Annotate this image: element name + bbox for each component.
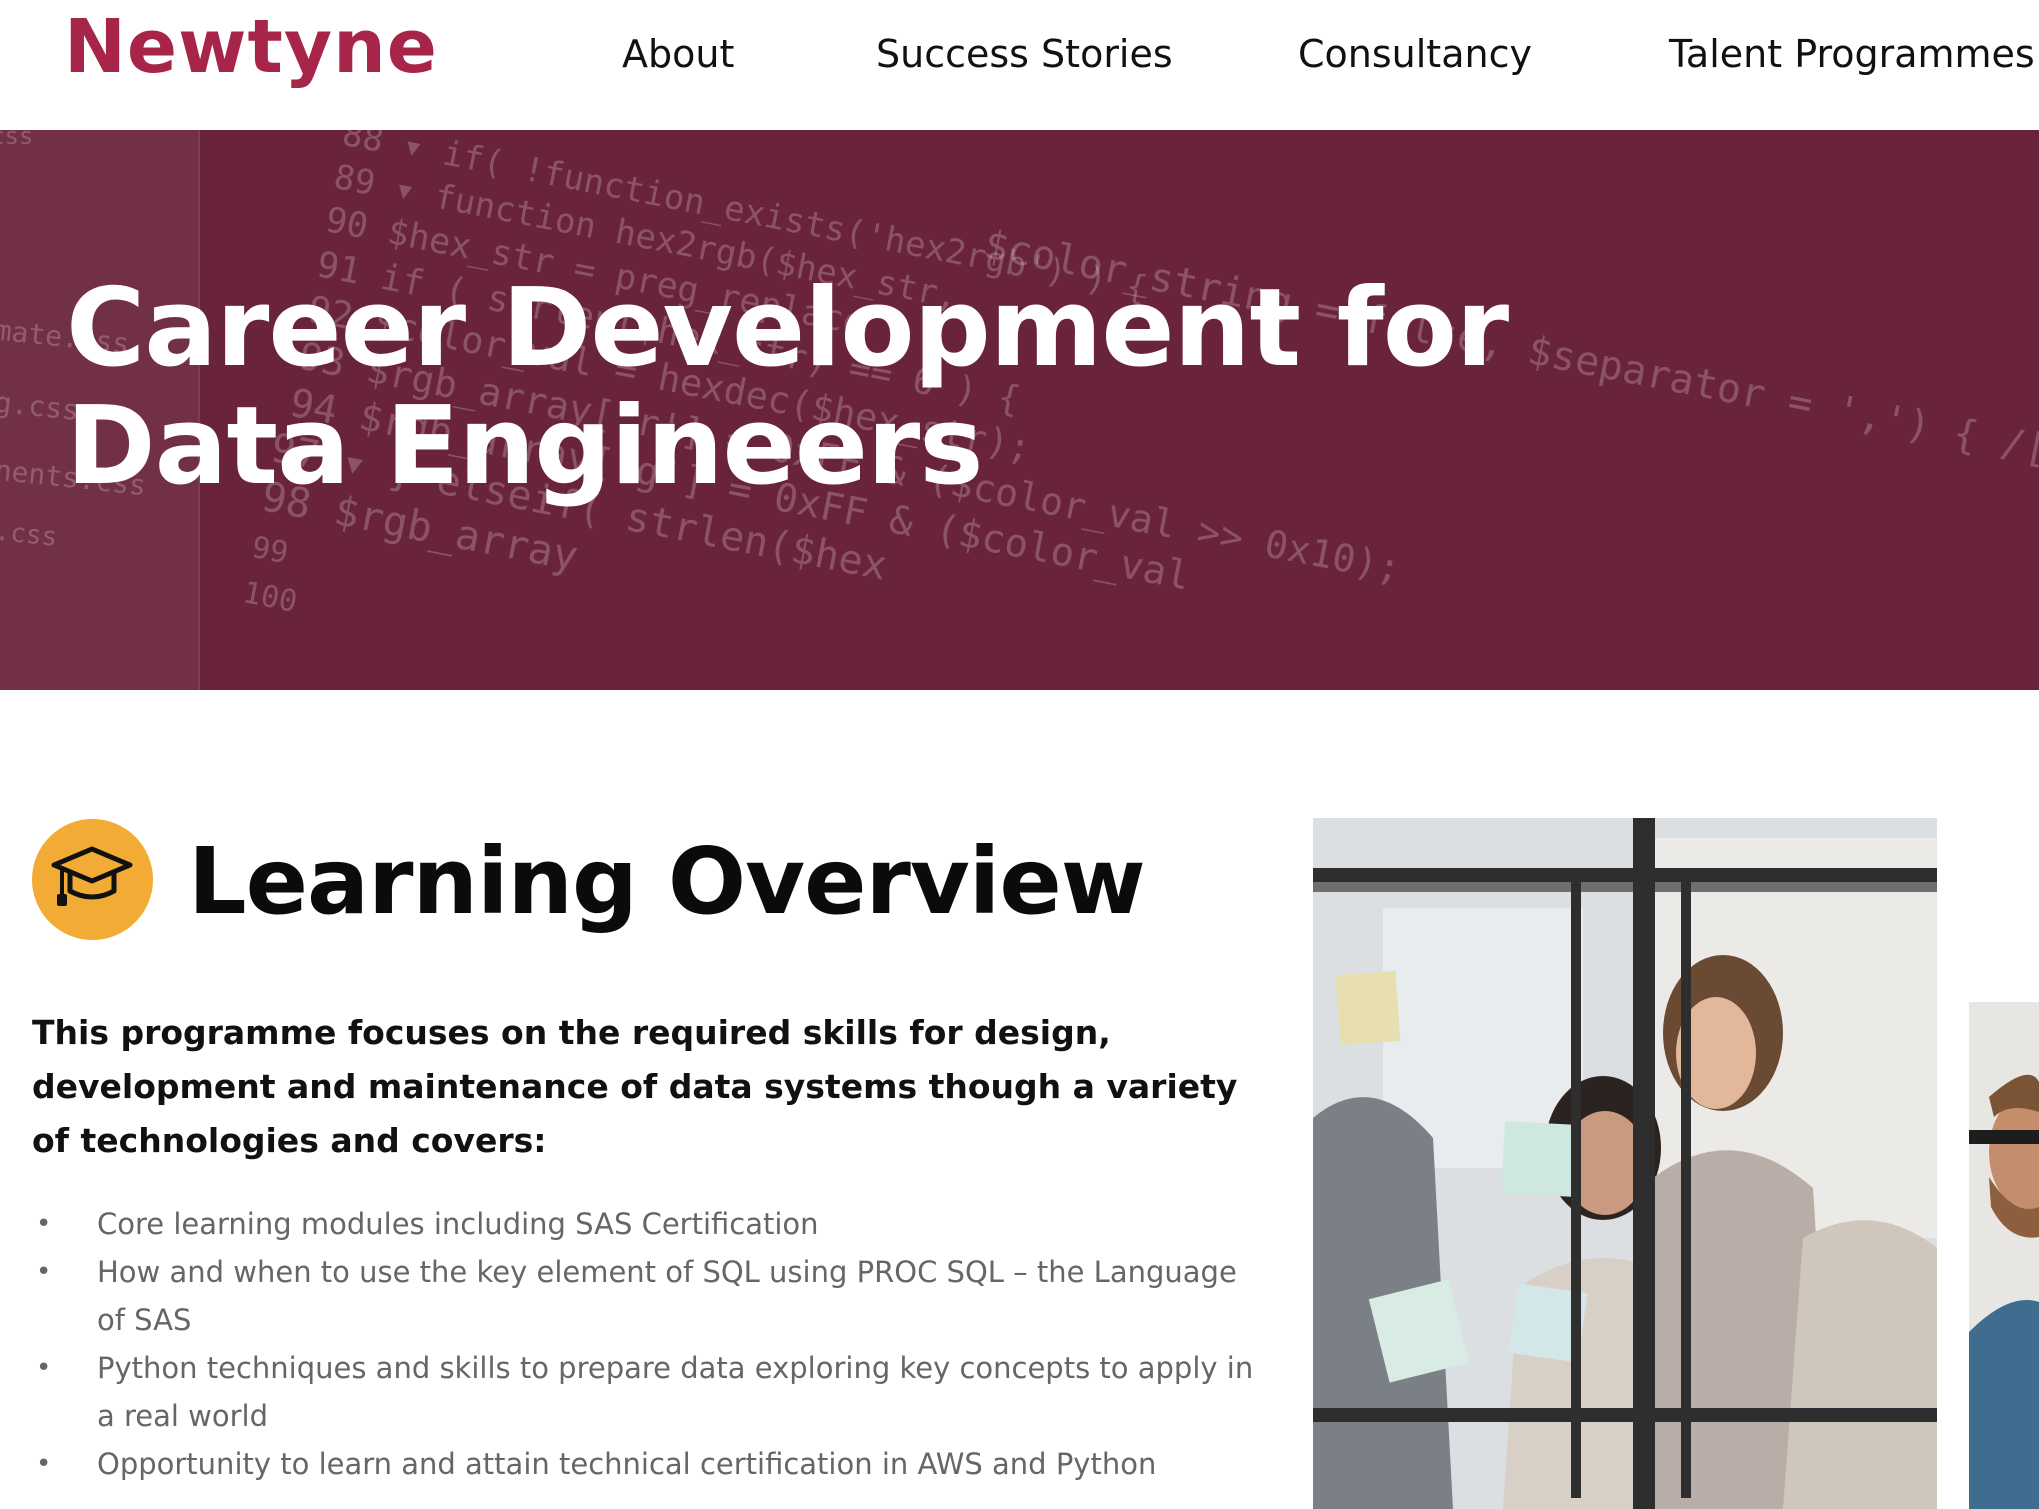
bullet-icon: • xyxy=(36,1209,52,1239)
bullet-icon: • xyxy=(36,1257,52,1287)
list-item: • Python techniques and skills to prepare… xyxy=(32,1344,1262,1440)
list-item-text: Core learning modules including SAS Cert… xyxy=(97,1207,819,1241)
nav-item-consultancy[interactable]: Consultancy xyxy=(1298,32,1532,76)
bullet-icon: • xyxy=(36,1353,52,1383)
section-title: Learning Overview xyxy=(188,828,1146,935)
overview-intro: This programme focuses on the required s… xyxy=(32,1013,1238,1160)
sidebar-file-name: .css xyxy=(0,516,59,552)
code-line: 99 xyxy=(249,530,291,571)
hero-banner: css mate.css g.css nents.css .css 88 ▾ i… xyxy=(0,130,2039,690)
list-item: • Core learning modules including SAS Cer… xyxy=(32,1200,1262,1248)
sidebar-file-name: css xyxy=(0,130,33,150)
list-item-text: Python techniques and skills to prepare … xyxy=(97,1351,1254,1433)
page-title: Career Development for Data Engineers xyxy=(66,266,1509,509)
person-photo xyxy=(1969,1002,2039,1509)
code-line: 100 xyxy=(240,575,300,620)
overview-list: • Core learning modules including SAS Cer… xyxy=(32,1200,1262,1488)
list-item: • How and when to use the key element of … xyxy=(32,1248,1262,1344)
site-logo[interactable]: Newtyne xyxy=(64,4,438,90)
bullet-icon: • xyxy=(36,1449,52,1479)
graduation-cap-icon xyxy=(32,819,153,940)
list-item: • Opportunity to learn and attain technic… xyxy=(32,1440,1262,1488)
list-item-text: How and when to use the key element of S… xyxy=(97,1255,1237,1337)
team-photo xyxy=(1313,818,1937,1509)
site-header: Newtyne About Success Stories Consultanc… xyxy=(0,0,2039,130)
nav-item-talent-programmes[interactable]: Talent Programmes xyxy=(1669,32,2035,76)
list-item-text: Opportunity to learn and attain technica… xyxy=(97,1447,1157,1481)
nav-item-about[interactable]: About xyxy=(622,32,734,76)
nav-item-success-stories[interactable]: Success Stories xyxy=(876,32,1173,76)
